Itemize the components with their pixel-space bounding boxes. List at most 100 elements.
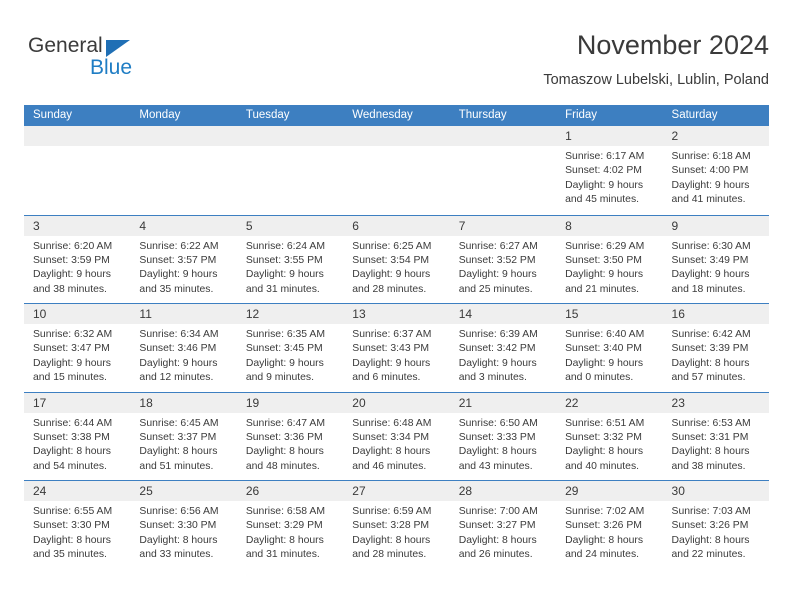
day-info: Sunrise: 6:56 AM Sunset: 3:30 PM Dayligh… [130,501,236,563]
day-cell[interactable]: 29 Sunrise: 7:02 AM Sunset: 3:26 PM Dayl… [556,481,663,569]
day-cell[interactable]: 1 Sunrise: 6:17 AM Sunset: 4:02 PM Dayli… [556,126,663,215]
daylight-text-line1: Daylight: 8 hours [139,534,218,546]
sunset-text: Sunset: 3:30 PM [33,520,110,532]
day-cell[interactable]: 22 Sunrise: 6:51 AM Sunset: 3:32 PM Dayl… [556,392,663,481]
sunset-text: Sunset: 3:34 PM [352,431,430,443]
daylight-text-line1: Daylight: 9 hours [245,357,324,369]
sunset-text: Sunset: 3:38 PM [33,431,110,443]
week-row: 3 Sunrise: 6:20 AM Sunset: 3:59 PM Dayli… [24,214,769,304]
sunrise-text: Sunrise: 6:42 AM [671,329,751,340]
daylight-text-line2: and 40 minutes. [565,460,640,472]
sunrise-text: Sunrise: 6:45 AM [139,417,219,429]
sunrise-text: Sunrise: 6:25 AM [352,240,432,252]
daylight-text-line1: Daylight: 9 hours [671,179,750,191]
day-info: Sunrise: 6:25 AM Sunset: 3:54 PM Dayligh… [343,236,449,298]
week-row: 17 Sunrise: 6:44 AM Sunset: 3:38 PM Dayl… [24,391,769,481]
day-number: 17 [24,392,131,413]
day-info: Sunrise: 6:22 AM Sunset: 3:57 PM Dayligh… [130,236,236,298]
day-number: 3 [24,215,131,236]
sunrise-text: Sunrise: 6:55 AM [33,506,113,517]
day-cell[interactable]: 4 Sunrise: 6:22 AM Sunset: 3:57 PM Dayli… [130,215,237,304]
sunrise-text: Sunrise: 6:47 AM [245,417,325,429]
day-info: Sunrise: 6:58 AM Sunset: 3:29 PM Dayligh… [237,501,343,563]
logo-triangle-icon [106,40,130,57]
sunrise-text: Sunrise: 6:44 AM [33,417,113,429]
calendar-grid: Sunday Monday Tuesday Wednesday Thursday… [24,105,769,569]
day-cell[interactable]: 8 Sunrise: 6:29 AM Sunset: 3:50 PM Dayli… [556,215,663,304]
daylight-text-line2: and 38 minutes. [671,460,746,472]
day-cell[interactable]: 18 Sunrise: 6:45 AM Sunset: 3:37 PM Dayl… [130,392,237,481]
day-cell[interactable]: 15 Sunrise: 6:40 AM Sunset: 3:40 PM Dayl… [556,304,663,392]
sunrise-text: Sunrise: 6:37 AM [352,329,432,340]
title-block: November 2024 Tomaszow Lubelski, Lublin,… [543,28,769,91]
day-cell[interactable]: 11 Sunrise: 6:34 AM Sunset: 3:46 PM Dayl… [130,304,237,392]
sunset-text: Sunset: 3:49 PM [671,254,749,266]
day-cell[interactable]: 13 Sunrise: 6:37 AM Sunset: 3:43 PM Dayl… [343,304,450,392]
day-cell[interactable]: 17 Sunrise: 6:44 AM Sunset: 3:38 PM Dayl… [24,392,131,481]
day-cell[interactable]: 5 Sunrise: 6:24 AM Sunset: 3:55 PM Dayli… [236,215,344,304]
sunrise-text: Sunrise: 6:32 AM [33,329,113,340]
day-info: Sunrise: 6:20 AM Sunset: 3:59 PM Dayligh… [24,236,130,298]
daylight-text-line1: Daylight: 8 hours [33,446,111,458]
daylight-text-line2: and 25 minutes. [458,283,533,295]
day-info: Sunrise: 6:30 AM Sunset: 3:49 PM Dayligh… [663,236,769,298]
daylight-text-line2: and 3 minutes. [458,372,527,384]
daylight-text-line2: and 33 minutes. [139,549,214,561]
day-cell[interactable]: 27 Sunrise: 6:59 AM Sunset: 3:28 PM Dayl… [343,481,450,569]
day-cell[interactable]: 9 Sunrise: 6:30 AM Sunset: 3:49 PM Dayli… [662,215,769,304]
day-number: 20 [343,392,450,413]
week-row: 1 Sunrise: 6:17 AM Sunset: 4:02 PM Dayli… [24,126,769,215]
day-cell[interactable]: 6 Sunrise: 6:25 AM Sunset: 3:54 PM Dayli… [343,215,450,304]
daylight-text-line1: Daylight: 9 hours [671,269,750,281]
day-number: 22 [556,392,663,413]
day-cell[interactable]: 20 Sunrise: 6:48 AM Sunset: 3:34 PM Dayl… [343,392,450,481]
day-info: Sunrise: 6:24 AM Sunset: 3:55 PM Dayligh… [237,236,343,298]
day-number: 15 [556,304,663,324]
daylight-text-line1: Daylight: 8 hours [139,446,218,458]
daylight-text-line1: Daylight: 8 hours [671,534,750,546]
general-blue-logo[interactable]: General Blue [28,34,168,88]
sunrise-text: Sunrise: 6:18 AM [671,151,751,162]
day-cell[interactable]: 30 Sunrise: 7:03 AM Sunset: 3:26 PM Dayl… [662,481,769,569]
day-number: 28 [449,481,557,501]
day-cell [449,126,557,215]
sunset-text: Sunset: 3:55 PM [245,254,323,266]
day-number: 19 [236,392,344,413]
day-number: 29 [556,481,663,501]
day-cell[interactable]: 25 Sunrise: 6:56 AM Sunset: 3:30 PM Dayl… [130,481,237,569]
sunset-text: Sunset: 3:28 PM [352,520,430,532]
sunset-text: Sunset: 3:40 PM [565,343,642,355]
day-cell[interactable]: 24 Sunrise: 6:55 AM Sunset: 3:30 PM Dayl… [24,481,131,569]
sunrise-text: Sunrise: 6:17 AM [565,151,645,162]
day-info: Sunrise: 7:00 AM Sunset: 3:27 PM Dayligh… [450,501,556,563]
daylight-text-line2: and 51 minutes. [139,460,214,472]
day-cell[interactable]: 26 Sunrise: 6:58 AM Sunset: 3:29 PM Dayl… [236,481,344,569]
daylight-text-line2: and 18 minutes. [671,283,746,295]
daylight-text-line2: and 12 minutes. [139,372,214,384]
day-number: 21 [449,392,557,413]
day-number [449,126,557,146]
day-cell[interactable]: 19 Sunrise: 6:47 AM Sunset: 3:36 PM Dayl… [236,392,344,481]
sunset-text: Sunset: 3:31 PM [671,431,749,443]
day-cell[interactable]: 28 Sunrise: 7:00 AM Sunset: 3:27 PM Dayl… [449,481,557,569]
day-cell[interactable]: 21 Sunrise: 6:50 AM Sunset: 3:33 PM Dayl… [449,392,557,481]
day-cell[interactable]: 23 Sunrise: 6:53 AM Sunset: 3:31 PM Dayl… [662,392,769,481]
day-cell[interactable]: 12 Sunrise: 6:35 AM Sunset: 3:45 PM Dayl… [236,304,344,392]
daylight-text-line2: and 35 minutes. [33,549,107,561]
day-cell[interactable]: 16 Sunrise: 6:42 AM Sunset: 3:39 PM Dayl… [662,304,769,392]
day-cell[interactable]: 10 Sunrise: 6:32 AM Sunset: 3:47 PM Dayl… [24,304,131,392]
day-cell[interactable]: 7 Sunrise: 6:27 AM Sunset: 3:52 PM Dayli… [449,215,557,304]
daylight-text-line1: Daylight: 8 hours [458,534,537,546]
sunset-text: Sunset: 3:36 PM [245,431,323,443]
day-info: Sunrise: 6:39 AM Sunset: 3:42 PM Dayligh… [450,324,556,386]
day-cell[interactable]: 3 Sunrise: 6:20 AM Sunset: 3:59 PM Dayli… [24,215,131,304]
sunset-text: Sunset: 3:26 PM [565,520,642,532]
daylight-text-line2: and 48 minutes. [245,460,320,472]
day-info: Sunrise: 6:35 AM Sunset: 3:45 PM Dayligh… [237,324,343,386]
day-cell[interactable]: 14 Sunrise: 6:39 AM Sunset: 3:42 PM Dayl… [449,304,557,392]
weekday-header-row: Sunday Monday Tuesday Wednesday Thursday… [24,105,769,126]
daylight-text-line2: and 31 minutes. [245,549,320,561]
sunrise-text: Sunrise: 6:58 AM [245,506,325,517]
day-info: Sunrise: 6:51 AM Sunset: 3:32 PM Dayligh… [556,413,662,475]
day-cell[interactable]: 2 Sunrise: 6:18 AM Sunset: 4:00 PM Dayli… [662,126,769,215]
